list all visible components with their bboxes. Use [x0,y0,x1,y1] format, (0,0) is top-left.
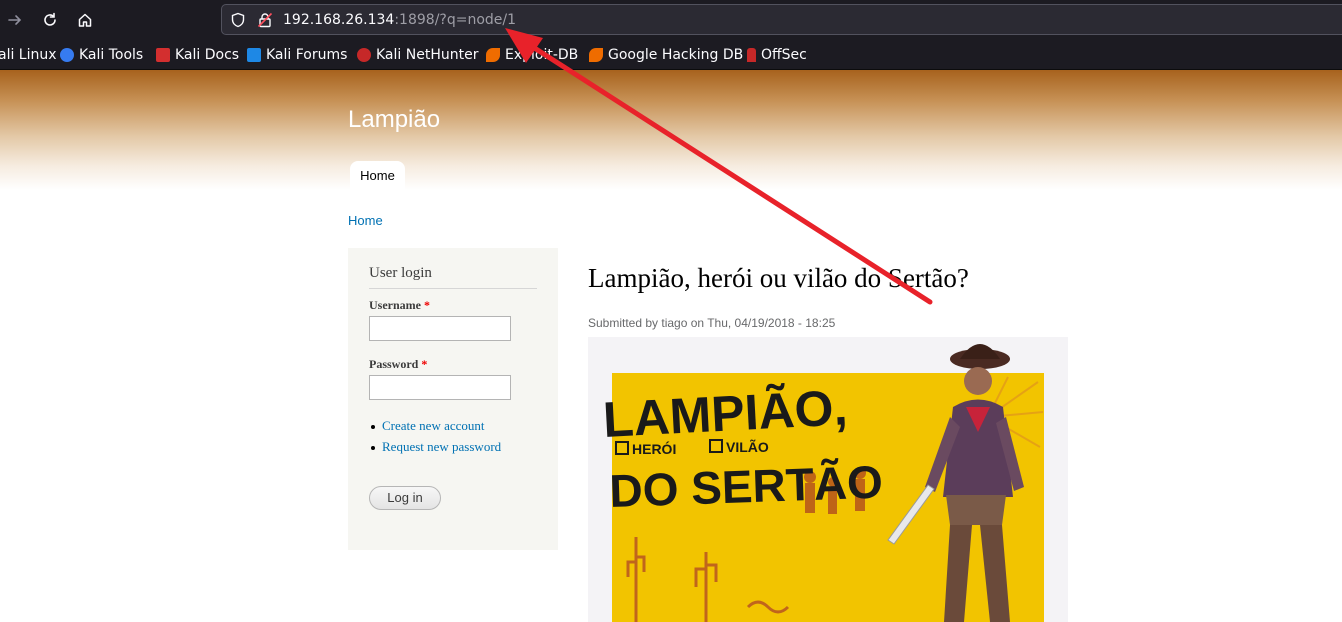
exploit-db-icon [486,48,500,62]
username-input[interactable] [369,316,511,341]
home-button[interactable] [73,8,97,32]
web-page: Lampião Home Home User login Username * … [0,70,1342,622]
url-bar[interactable]: 192.168.26.134:1898/?q=node/1 [221,4,1342,35]
browser-toolbar: 192.168.26.134:1898/?q=node/1 [0,0,1342,40]
bookmark-label: Google Hacking DB [608,47,744,63]
url-path: :1898/?q=node/1 [394,12,517,28]
bookmark-label: Kali Tools [79,47,144,63]
link-text: Request new password [382,439,502,454]
bookmark-kali-nethunter[interactable]: Kali NetHunter [357,46,478,64]
request-password-link[interactable]: Request new password [371,439,501,455]
kali-docs-icon [156,48,170,62]
create-account-link[interactable]: Create new account [371,418,485,434]
bookmark-label: Kali Forums [266,47,348,63]
required-mark: * [421,357,428,371]
password-input[interactable] [369,375,511,400]
bookmark-exploit-db[interactable]: Exploit-DB [486,46,578,64]
kali-nethunter-icon [357,48,371,62]
bookmark-offsec[interactable]: OffSec [747,46,807,64]
url-host: 192.168.26.134 [283,12,395,28]
bookmark-label: ali Linux [0,47,57,63]
user-login-block: User login Username * Password * Create … [348,248,558,550]
required-mark: * [423,298,430,312]
site-header: Lampião Home [0,70,1342,191]
reload-button[interactable] [38,8,62,32]
bullet-icon [371,446,375,451]
forward-button[interactable] [3,8,27,32]
shield-icon[interactable] [230,12,246,28]
url-text[interactable]: 192.168.26.134:1898/?q=node/1 [283,12,516,28]
bookmark-label: Exploit-DB [505,47,579,63]
tab-home[interactable]: Home [350,161,405,191]
kali-tools-icon [60,48,74,62]
bookmarks-bar: ali Linux Kali Tools Kali Docs Kali Foru… [0,40,1342,70]
reload-icon [44,12,56,26]
bookmark-label: Kali Docs [175,47,240,63]
bookmark-label: OffSec [761,47,807,63]
insecure-lock-icon[interactable] [257,12,273,28]
bookmark-kali-tools[interactable]: Kali Tools [60,46,143,64]
link-text: Create new account [382,418,485,433]
poster-checkbox-heroi: HERÓI [632,440,676,457]
login-block-title: User login [369,265,537,289]
username-label: Username * [369,298,430,313]
bookmark-google-hacking-db[interactable]: Google Hacking DB [589,46,743,64]
kali-forums-icon [247,48,261,62]
site-name[interactable]: Lampião [348,106,440,134]
ghdb-icon [589,48,603,62]
breadcrumb[interactable]: Home [348,213,383,228]
article-poster-image: LAMPIÃO, HERÓI VILÃO DO SERTÃO [588,337,1068,622]
submitted-meta: Submitted by tiago on Thu, 04/19/2018 - … [588,316,836,330]
offsec-icon [747,48,756,62]
bullet-icon [371,425,375,430]
poster-checkbox-vilao: VILÃO [726,438,769,455]
home-icon [78,13,92,27]
bookmark-kali-linux[interactable]: ali Linux [0,46,57,64]
article-title[interactable]: Lampião, herói ou vilão do Sertão? [588,263,969,294]
password-label-text: Password [369,357,419,371]
bookmark-kali-forums[interactable]: Kali Forums [247,46,347,64]
poster-headline-2: DO SERTÃO [609,455,884,517]
login-button[interactable]: Log in [369,486,441,510]
username-label-text: Username [369,298,421,312]
bookmark-label: Kali NetHunter [376,47,479,63]
bookmark-kali-docs[interactable]: Kali Docs [156,46,239,64]
password-label: Password * [369,357,427,372]
arrow-right-icon [8,15,22,25]
